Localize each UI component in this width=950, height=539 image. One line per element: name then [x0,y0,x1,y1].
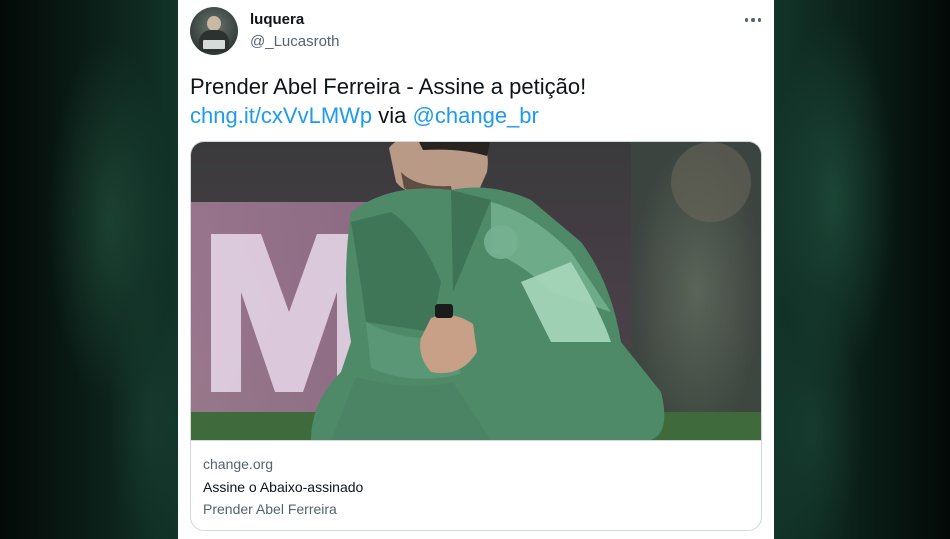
author-display-name[interactable]: luquera [250,11,304,28]
card-title: Assine o Abaixo-assinado [203,479,364,495]
background-left-panel [0,0,178,539]
tweet-text: Prender Abel Ferreira - Assine a petição… [190,72,760,130]
more-dot-icon [751,18,755,22]
tweet-link-line: chng.it/cxVvLMWp via @change_br [190,101,760,130]
mention-link[interactable]: @change_br [413,103,539,128]
card-description: Prender Abel Ferreira [203,501,337,517]
more-options-button[interactable] [741,9,765,31]
card-domain: change.org [203,456,274,472]
avatar-head [207,16,221,31]
more-dot-icon [744,18,749,22]
card-image[interactable] [191,142,762,440]
avatar[interactable] [190,7,238,55]
via-word: via [378,103,407,128]
club-crest-icon [484,225,518,259]
watch-icon [435,304,453,318]
card-meta[interactable]: change.org Assine o Abaixo-assinado Pren… [191,440,761,530]
more-dot-icon [757,18,762,22]
link-preview-card[interactable]: change.org Assine o Abaixo-assinado Pren… [190,141,762,531]
petition-link[interactable]: chng.it/cxVvLMWp [190,103,372,128]
background-right-panel [774,0,950,539]
author-handle[interactable]: @_Lucasroth [250,33,339,50]
tweet-text-line: Prender Abel Ferreira - Assine a petição… [190,74,587,99]
tweet-card[interactable]: luquera @_Lucasroth Prender Abel Ferreir… [178,0,774,539]
avatar-laptop [203,40,225,49]
